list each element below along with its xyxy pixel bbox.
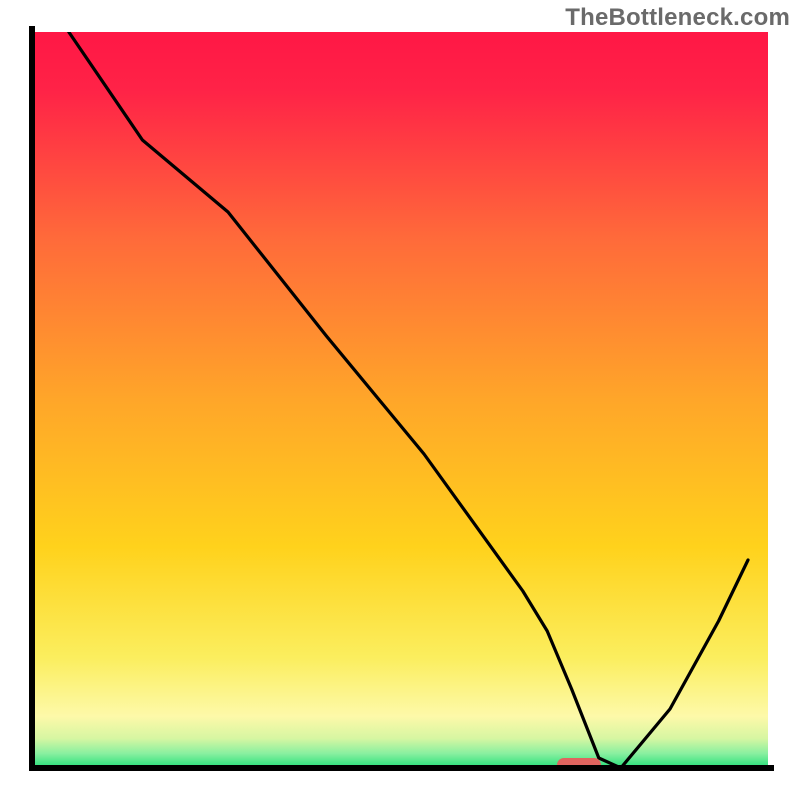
plot-background <box>32 32 768 768</box>
bottleneck-chart <box>0 0 800 800</box>
watermark-text: TheBottleneck.com <box>565 4 790 32</box>
chart-frame: { "watermark": "TheBottleneck.com", "cha… <box>0 0 800 800</box>
